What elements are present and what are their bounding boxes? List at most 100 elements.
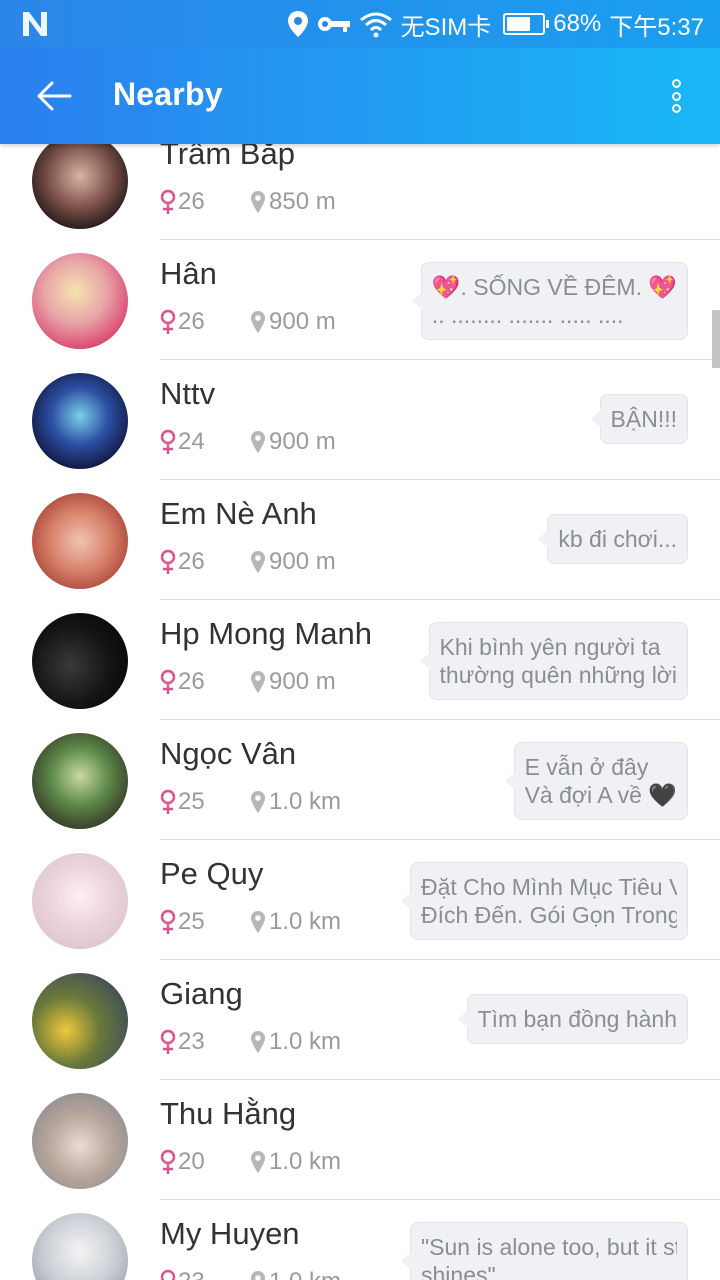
distance: 900 m xyxy=(250,428,336,456)
gender-age: 20 xyxy=(160,1148,250,1176)
location-pin-icon xyxy=(251,431,265,453)
avatar[interactable] xyxy=(32,253,128,349)
list-item[interactable]: Trâm Bắp 26 850 m xyxy=(0,144,720,240)
user-name: Hân xyxy=(160,256,217,291)
user-age: 23 xyxy=(178,1028,205,1055)
location-icon xyxy=(287,10,309,38)
distance-value: 900 m xyxy=(269,668,336,695)
location-pin-icon xyxy=(251,1271,265,1280)
arrow-back-icon xyxy=(37,81,72,111)
distance-value: 850 m xyxy=(269,188,336,215)
status-bubble: Khi bình yên người ta thường quên những l… xyxy=(419,622,688,700)
status-text: Khi bình yên người ta xyxy=(439,634,661,660)
status-bubble: Đặt Cho Mình Mục Tiêu Và Đích Đến. Gói Gọ… xyxy=(401,862,688,940)
user-meta: 20 1.0 km xyxy=(160,1148,341,1176)
female-icon xyxy=(160,1269,176,1280)
gender-age: 26 xyxy=(160,188,250,216)
user-age: 24 xyxy=(178,428,205,455)
avatar[interactable] xyxy=(32,1093,128,1189)
user-meta: 24 900 m xyxy=(160,428,336,456)
user-meta: 25 1.0 km xyxy=(160,908,341,936)
nearby-list[interactable]: Trâm Bắp 26 850 m Hân 26 900 m � xyxy=(0,144,720,1280)
status-text: kb đi chơi... xyxy=(558,526,677,552)
user-name: Trâm Bắp xyxy=(160,144,295,171)
list-item[interactable]: Thu Hằng 20 1.0 km xyxy=(0,1080,720,1200)
clock: 下午5:37 xyxy=(609,13,704,41)
app-bar: Nearby xyxy=(0,48,720,144)
distance-value: 900 m xyxy=(269,308,336,335)
gender-age: 26 xyxy=(160,668,250,696)
sim-status: 无SIM卡 xyxy=(400,13,492,41)
android-n-icon xyxy=(23,12,47,36)
location-pin-icon xyxy=(251,671,265,693)
list-item[interactable]: Hp Mong Manh 26 900 m Khi bình yên người… xyxy=(0,600,720,720)
user-meta: 26 900 m xyxy=(160,308,336,336)
female-icon xyxy=(160,909,176,934)
list-item[interactable]: Ngọc Vân 25 1.0 km E vẫn ở đây Và đợi A v… xyxy=(0,720,720,840)
location-pin-icon xyxy=(251,191,265,213)
user-meta: 26 900 m xyxy=(160,668,336,696)
overflow-menu-button[interactable] xyxy=(660,76,692,116)
avatar[interactable] xyxy=(32,493,128,589)
avatar[interactable] xyxy=(32,853,128,949)
female-icon xyxy=(160,1029,176,1054)
list-item[interactable]: Nttv 24 900 m BẬN!!! xyxy=(0,360,720,480)
female-icon xyxy=(160,549,176,574)
location-pin-icon xyxy=(251,791,265,813)
distance-value: 900 m xyxy=(269,548,336,575)
battery-percent: 68% xyxy=(553,10,602,37)
distance-value: 1.0 km xyxy=(269,1028,342,1055)
user-age: 26 xyxy=(178,548,205,575)
status-text: E vẫn ở đây xyxy=(524,754,649,780)
distance-value: 1.0 km xyxy=(269,788,342,815)
status-icons: 无SIM卡 68% 下午5:37 xyxy=(287,0,704,48)
status-text: Đặt Cho Mình Mục Tiêu Và xyxy=(421,874,677,900)
status-text: shines" xyxy=(421,1262,496,1280)
status-bubble: E vẫn ở đây Và đợi A về 🖤 xyxy=(504,742,688,820)
distance: 1.0 km xyxy=(250,788,341,816)
avatar[interactable] xyxy=(32,613,128,709)
gender-age: 26 xyxy=(160,548,250,576)
user-meta: 26 900 m xyxy=(160,548,336,576)
gender-age: 23 xyxy=(160,1268,250,1280)
vpn-key-icon xyxy=(317,14,351,34)
list-item[interactable]: Em Nè Anh 26 900 m kb đi chơi... xyxy=(0,480,720,600)
list-item[interactable]: Giang 23 1.0 km Tìm bạn đồng hành xyxy=(0,960,720,1080)
list-item[interactable]: Pe Quy 25 1.0 km Đặt Cho Mình Mục Tiêu V… xyxy=(0,840,720,960)
distance: 900 m xyxy=(250,548,336,576)
avatar[interactable] xyxy=(32,1213,128,1280)
gender-age: 25 xyxy=(160,788,250,816)
location-pin-icon xyxy=(251,551,265,573)
status-text: Và đợi A về 🖤 xyxy=(524,782,677,808)
gender-age: 26 xyxy=(160,308,250,336)
distance-value: 1.0 km xyxy=(269,1148,342,1175)
user-age: 20 xyxy=(178,1148,205,1175)
wifi-icon xyxy=(359,10,393,38)
distance-value: 1.0 km xyxy=(269,1268,341,1280)
list-item[interactable]: My Huyen 23 1.0 km "Sun is alone too, bu… xyxy=(0,1200,720,1280)
status-bubble: 💖. SỐNG VỀ ĐÊM. 💖.. ........ ....... ...… xyxy=(411,262,688,340)
distance-value: 900 m xyxy=(269,428,336,455)
avatar[interactable] xyxy=(32,733,128,829)
back-button[interactable] xyxy=(30,74,78,118)
avatar[interactable] xyxy=(32,973,128,1069)
user-meta: 23 1.0 km xyxy=(160,1028,341,1056)
location-pin-icon xyxy=(251,911,265,933)
user-meta: 25 1.0 km xyxy=(160,788,341,816)
user-name: My Huyen xyxy=(160,1216,300,1251)
gender-age: 25 xyxy=(160,908,250,936)
list-item[interactable]: Hân 26 900 m 💖. SỐNG VỀ ĐÊM. 💖.. .......… xyxy=(0,240,720,360)
distance: 900 m xyxy=(250,308,336,336)
avatar[interactable] xyxy=(32,144,128,229)
status-text: .. ........ ....... ..... .... xyxy=(431,302,624,328)
status-bubble: Tìm bạn đồng hành xyxy=(457,994,688,1044)
distance: 850 m xyxy=(250,188,336,216)
more-vert-icon-dot xyxy=(671,91,681,101)
gender-age: 23 xyxy=(160,1028,250,1056)
female-icon xyxy=(160,789,176,814)
scrollbar-thumb[interactable] xyxy=(712,310,720,368)
status-text: BẬN!!! xyxy=(610,406,677,432)
gender-age: 24 xyxy=(160,428,250,456)
avatar[interactable] xyxy=(32,373,128,469)
distance: 1.0 km xyxy=(250,1148,341,1176)
